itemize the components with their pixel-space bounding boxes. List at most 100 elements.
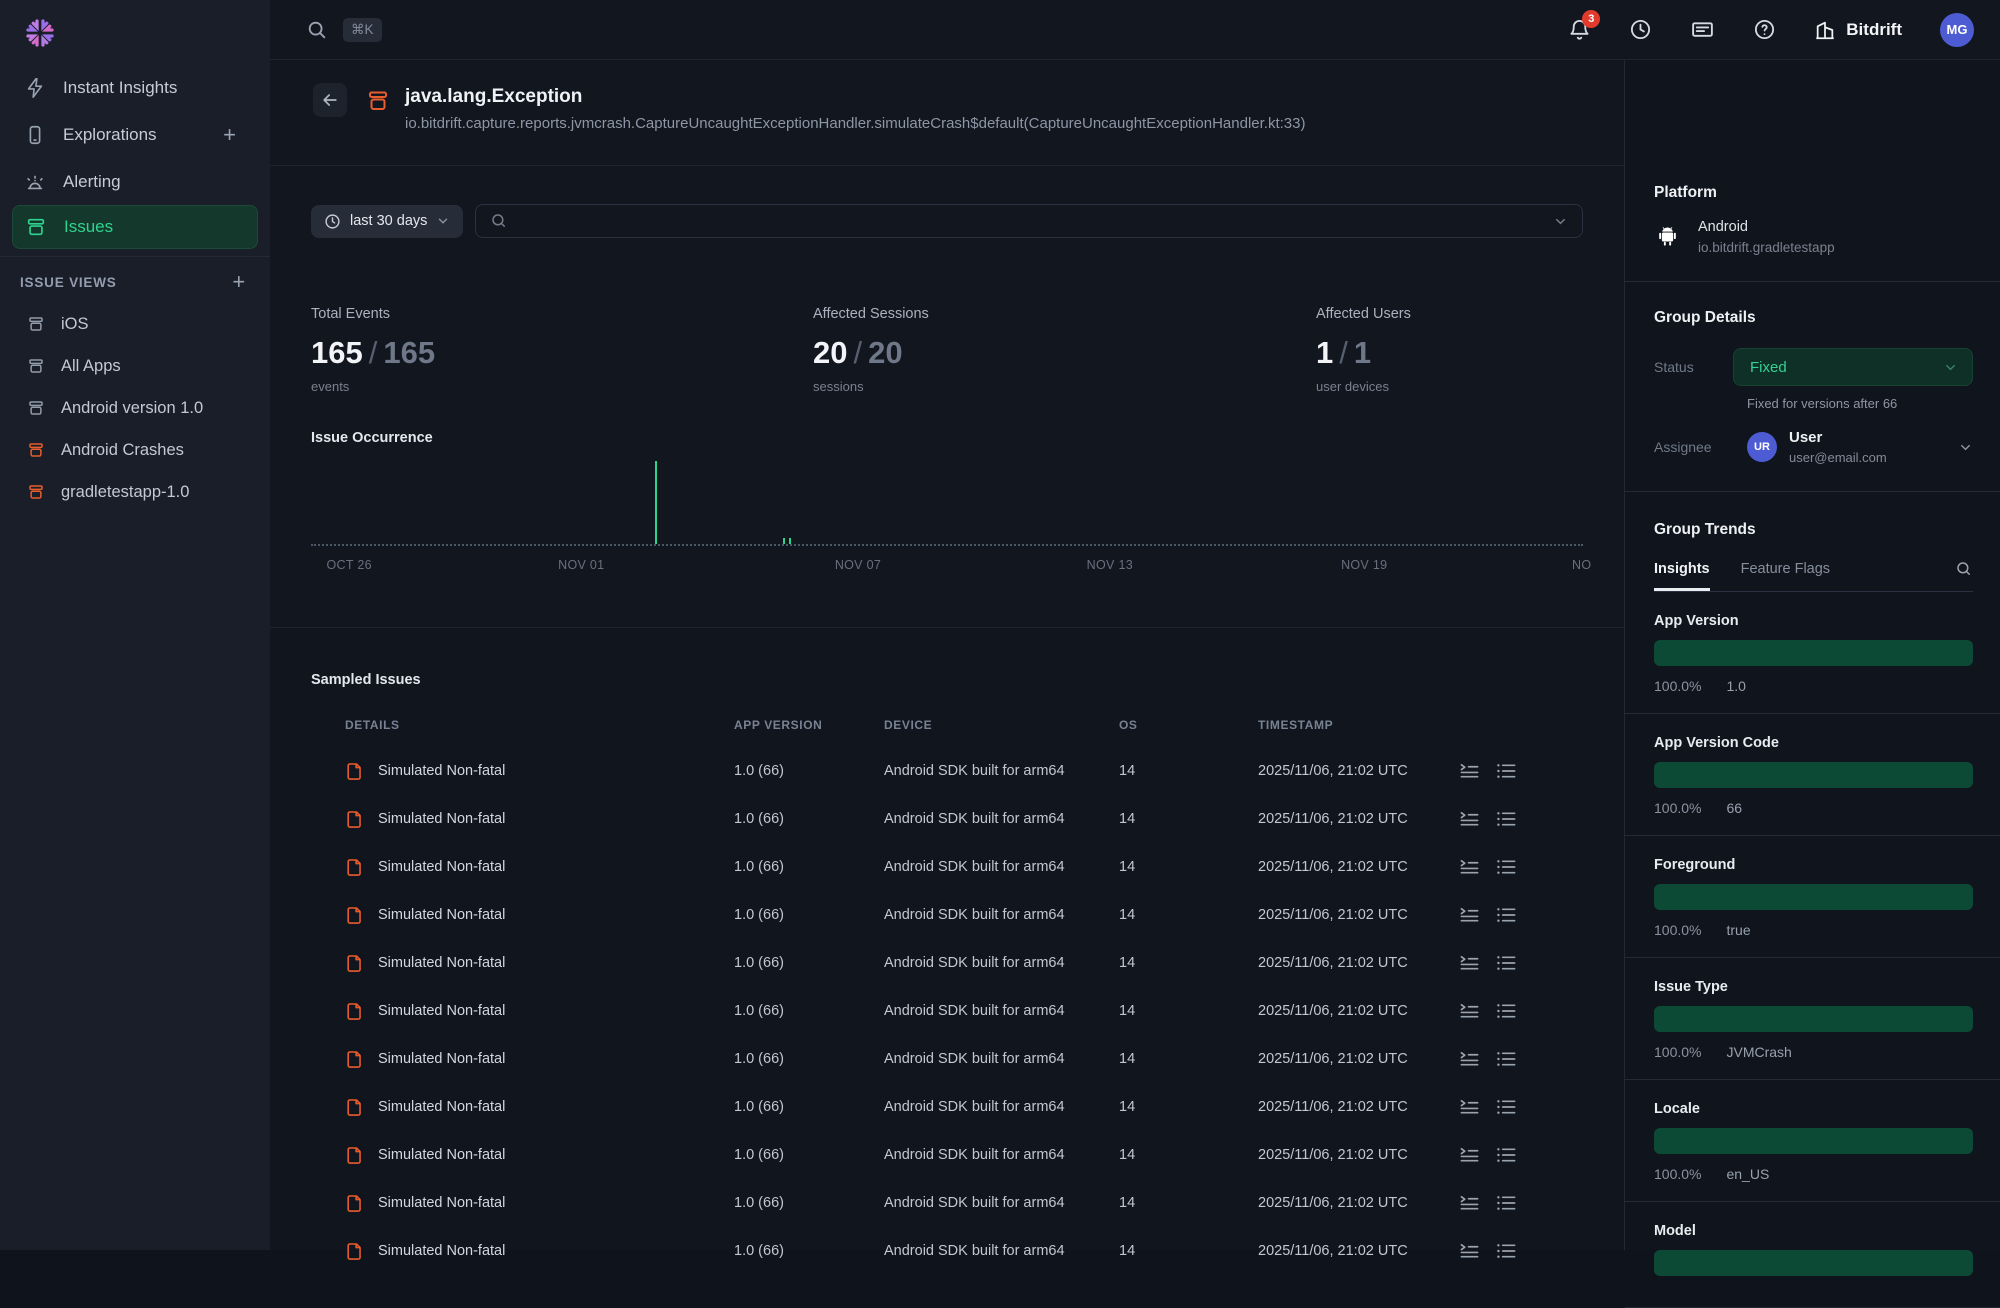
list-view-icon[interactable] [1497, 811, 1516, 827]
table-row[interactable]: Simulated Non-fatal 1.0 (66) Android SDK… [345, 747, 1583, 795]
issue-filter-input[interactable] [475, 204, 1583, 238]
nonfatal-file-icon [345, 762, 364, 781]
notifications-button[interactable]: 3 [1568, 18, 1591, 41]
view-logs-icon[interactable] [1460, 859, 1479, 875]
history-button[interactable] [1629, 18, 1652, 41]
row-timestamp: 2025/11/06, 21:02 UTC [1258, 1003, 1460, 1019]
table-row[interactable]: Simulated Non-fatal 1.0 (66) Android SDK… [345, 843, 1583, 891]
table-row[interactable]: Simulated Non-fatal 1.0 (66) Android SDK… [345, 987, 1583, 1035]
keyboard-shortcuts-button[interactable] [1690, 17, 1715, 42]
list-view-icon[interactable] [1497, 1003, 1516, 1019]
row-os: 14 [1119, 1243, 1258, 1259]
issue-views-list: iOS All Apps Android version 1.0 [0, 303, 270, 513]
list-view-icon[interactable] [1497, 1195, 1516, 1211]
row-details: Simulated Non-fatal [378, 1099, 505, 1115]
platform-os: Android [1698, 219, 1835, 235]
status-value: Fixed [1750, 359, 1787, 376]
list-view-icon[interactable] [1497, 1099, 1516, 1115]
rail-divider [1625, 281, 2000, 282]
table-row[interactable]: Simulated Non-fatal 1.0 (66) Android SDK… [345, 1227, 1583, 1275]
assignee-name: User [1789, 429, 1887, 446]
table-row[interactable]: Simulated Non-fatal 1.0 (66) Android SDK… [345, 1035, 1583, 1083]
add-exploration-button[interactable]: + [223, 124, 236, 146]
issue-view-label: All Apps [61, 357, 121, 376]
stat-total: 1 [1354, 335, 1371, 370]
view-logs-icon[interactable] [1460, 1003, 1479, 1019]
view-logs-icon[interactable] [1460, 1051, 1479, 1067]
table-row[interactable]: Simulated Non-fatal 1.0 (66) Android SDK… [345, 1131, 1583, 1179]
help-button[interactable] [1753, 18, 1776, 41]
assignee-avatar: UR [1747, 432, 1777, 462]
global-search[interactable]: ⌘K [306, 18, 382, 42]
trend-tab[interactable]: Insights [1654, 561, 1710, 590]
issue-views-title: ISSUE VIEWS [20, 275, 232, 290]
android-icon [1654, 222, 1681, 255]
list-view-icon[interactable] [1497, 763, 1516, 779]
row-app-version: 1.0 (66) [734, 811, 884, 827]
view-logs-icon[interactable] [1460, 811, 1479, 827]
stat-affected-sessions: Affected Sessions 20/20 sessions [813, 306, 1316, 394]
view-logs-icon[interactable] [1460, 907, 1479, 923]
time-range-dropdown[interactable]: last 30 days [311, 205, 463, 238]
list-view-icon[interactable] [1497, 859, 1516, 875]
trend-bar [1654, 762, 1973, 788]
chevron-down-icon[interactable] [1553, 214, 1568, 229]
issue-subtitle: io.bitdrift.capture.reports.jvmcrash.Cap… [405, 115, 1305, 132]
nonfatal-file-icon [345, 1146, 364, 1165]
issue-box-icon [27, 399, 45, 417]
table-row[interactable]: Simulated Non-fatal 1.0 (66) Android SDK… [345, 1179, 1583, 1227]
trend-search-icon[interactable] [1955, 560, 1973, 591]
user-avatar[interactable]: MG [1940, 13, 1974, 47]
trend-label: Locale [1654, 1101, 1973, 1117]
view-logs-icon[interactable] [1460, 1243, 1479, 1259]
back-button[interactable] [313, 83, 347, 117]
row-details: Simulated Non-fatal [378, 907, 505, 923]
row-app-version: 1.0 (66) [734, 859, 884, 875]
sidebar-item-instant-insights[interactable]: Instant Insights [12, 64, 258, 111]
chart-title: Issue Occurrence [311, 430, 1583, 446]
issue-title-block: java.lang.Exception io.bitdrift.capture.… [405, 77, 1305, 132]
row-app-version: 1.0 (66) [734, 955, 884, 971]
sidebar-item-issue-view[interactable]: Android version 1.0 [0, 387, 270, 429]
trend-section: App Version Code 100.0% 66 [1654, 735, 1973, 836]
nonfatal-file-icon [345, 810, 364, 829]
view-logs-icon[interactable] [1460, 1147, 1479, 1163]
building-icon [1814, 19, 1836, 41]
table-row[interactable]: Simulated Non-fatal 1.0 (66) Android SDK… [345, 795, 1583, 843]
view-logs-icon[interactable] [1460, 955, 1479, 971]
add-issue-view-button[interactable]: + [232, 271, 246, 293]
trend-label: Foreground [1654, 857, 1973, 873]
list-view-icon[interactable] [1497, 1243, 1516, 1259]
app-logo-icon[interactable] [22, 15, 270, 51]
sidebar-item-explorations[interactable]: Explorations + [12, 111, 258, 158]
list-view-icon[interactable] [1497, 955, 1516, 971]
view-logs-icon[interactable] [1460, 1195, 1479, 1211]
view-logs-icon[interactable] [1460, 763, 1479, 779]
sidebar-item-issue-view[interactable]: Android Crashes [0, 429, 270, 471]
status-select[interactable]: Fixed [1733, 348, 1973, 386]
assignee-row[interactable]: Assignee UR User user@email.com [1654, 429, 1973, 465]
sidebar-item-issues[interactable]: Issues [12, 205, 258, 249]
sidebar-item-issue-view[interactable]: All Apps [0, 345, 270, 387]
sidebar-item-alerting[interactable]: Alerting [12, 158, 258, 205]
row-device: Android SDK built for arm64 [884, 859, 1119, 875]
table-row[interactable]: Simulated Non-fatal 1.0 (66) Android SDK… [345, 939, 1583, 987]
stat-label: Affected Users [1316, 306, 1411, 322]
stat-total: 20 [868, 335, 902, 370]
table-row[interactable]: Simulated Non-fatal 1.0 (66) Android SDK… [345, 1083, 1583, 1131]
sidebar-item-issue-view[interactable]: gradletestapp-1.0 [0, 471, 270, 513]
sidebar-item-issue-view[interactable]: iOS [0, 303, 270, 345]
list-view-icon[interactable] [1497, 907, 1516, 923]
list-view-icon[interactable] [1497, 1147, 1516, 1163]
stats-row: Total Events 165/165 events Affected Ses… [311, 238, 1583, 394]
table-rows: Simulated Non-fatal 1.0 (66) Android SDK… [345, 747, 1583, 1275]
trend-tab[interactable]: Feature Flags [1741, 561, 1830, 590]
org-switcher[interactable]: Bitdrift [1814, 19, 1902, 41]
table-row[interactable]: Simulated Non-fatal 1.0 (66) Android SDK… [345, 891, 1583, 939]
view-logs-icon[interactable] [1460, 1099, 1479, 1115]
issue-title: java.lang.Exception [405, 86, 1305, 108]
list-view-icon[interactable] [1497, 1051, 1516, 1067]
trend-pct: 100.0% [1654, 1044, 1701, 1060]
search-icon [306, 19, 328, 41]
row-app-version: 1.0 (66) [734, 1099, 884, 1115]
